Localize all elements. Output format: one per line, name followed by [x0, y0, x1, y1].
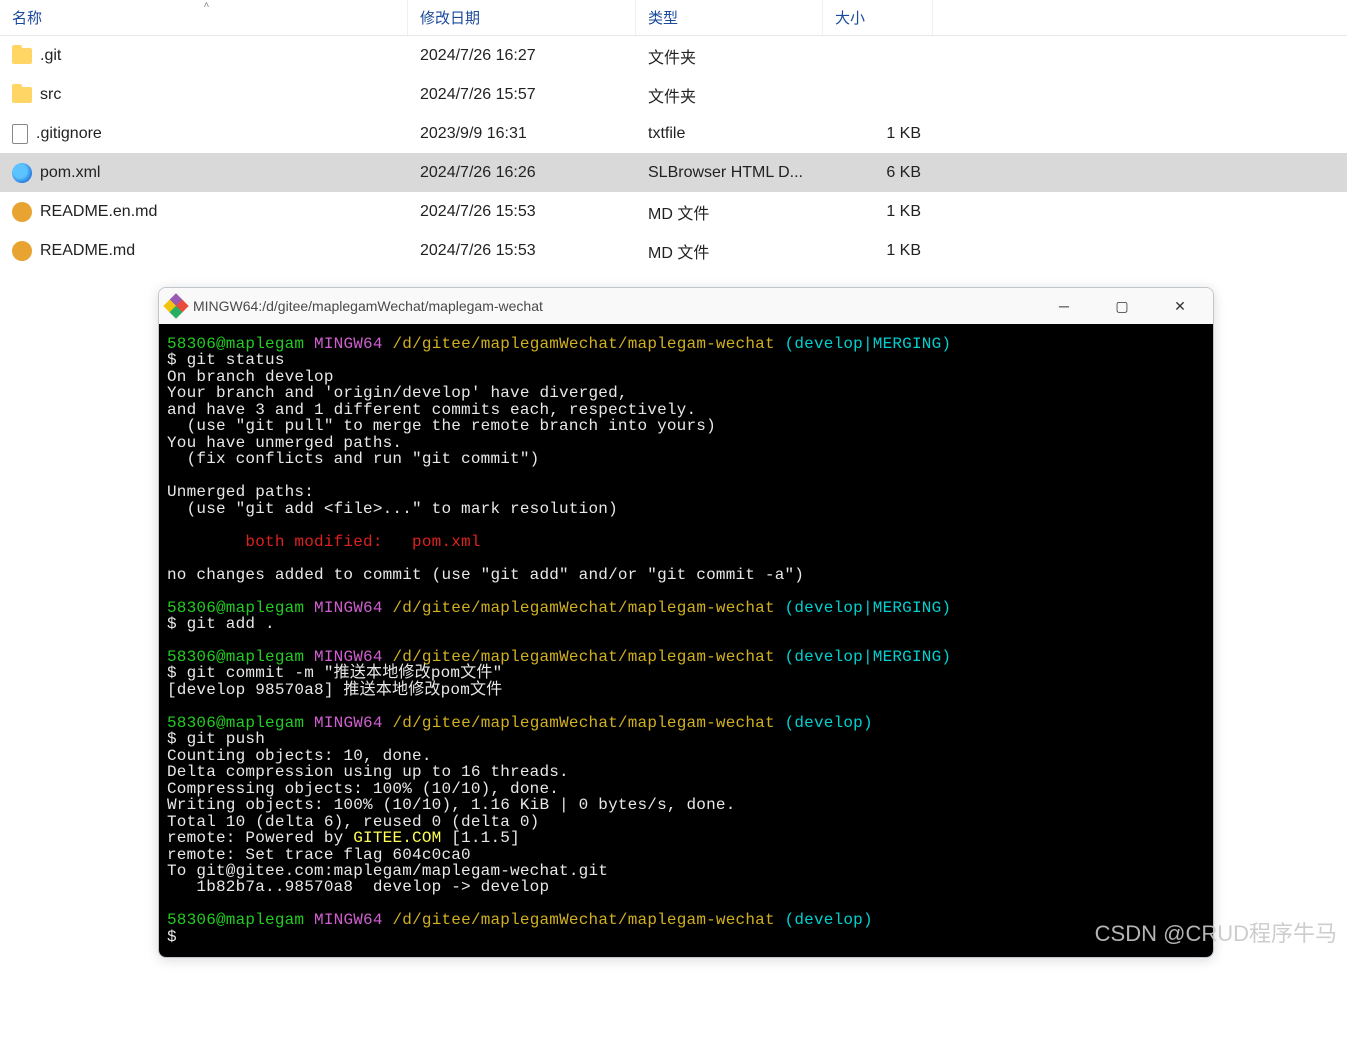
file-date: 2024/7/26 16:27	[408, 47, 636, 65]
browser-icon	[12, 163, 32, 183]
app-icon	[167, 297, 185, 315]
file-type: MD 文件	[636, 239, 823, 263]
header-date[interactable]: 修改日期	[408, 0, 636, 35]
folder-icon	[12, 48, 32, 64]
file-header[interactable]: 名称 ˄ 修改日期 类型 大小	[0, 0, 1347, 36]
file-date: 2024/7/26 16:26	[408, 164, 636, 182]
file-date: 2024/7/26 15:57	[408, 86, 636, 104]
watermark: CSDN @CRUD程序牛马	[1095, 916, 1337, 948]
header-size[interactable]: 大小	[823, 0, 933, 35]
file-name: .gitignore	[36, 125, 102, 143]
file-name: README.en.md	[40, 203, 157, 221]
folder-icon	[12, 87, 32, 103]
file-size: 6 KB	[823, 164, 933, 182]
file-date: 2023/9/9 16:31	[408, 125, 636, 143]
file-size: 1 KB	[823, 242, 933, 260]
maximize-button[interactable]: ▢	[1105, 292, 1139, 320]
file-row[interactable]: src 2024/7/26 15:57文件夹	[0, 75, 1347, 114]
file-type: 文件夹	[636, 44, 823, 68]
file-row[interactable]: README.en.md 2024/7/26 15:53MD 文件1 KB	[0, 192, 1347, 231]
close-button[interactable]: ✕	[1163, 292, 1197, 320]
sort-asc-icon: ˄	[204, 0, 210, 11]
file-date: 2024/7/26 15:53	[408, 242, 636, 260]
file-name: .git	[40, 47, 61, 65]
file-row[interactable]: .git 2024/7/26 16:27文件夹	[0, 36, 1347, 75]
file-type: SLBrowser HTML D...	[636, 164, 823, 182]
file-type: MD 文件	[636, 200, 823, 224]
markdown-icon	[12, 202, 32, 222]
file-row[interactable]: .gitignore 2023/9/9 16:31txtfile1 KB	[0, 114, 1347, 153]
markdown-icon	[12, 241, 32, 261]
terminal-body[interactable]: 58306@maplegam MINGW64 /d/gitee/maplegam…	[159, 324, 1213, 957]
file-icon	[12, 124, 28, 144]
minimize-button[interactable]: ─	[1047, 292, 1081, 320]
file-explorer: 名称 ˄ 修改日期 类型 大小 .git2024/7/26 16:27文件夹sr…	[0, 0, 1347, 270]
header-name[interactable]: 名称 ˄	[0, 0, 408, 35]
file-size: 1 KB	[823, 125, 933, 143]
window-controls: ─ ▢ ✕	[1047, 292, 1205, 320]
file-name: pom.xml	[40, 164, 100, 182]
file-date: 2024/7/26 15:53	[408, 203, 636, 221]
file-row[interactable]: pom.xml 2024/7/26 16:26SLBrowser HTML D..…	[0, 153, 1347, 192]
file-name: README.md	[40, 242, 135, 260]
header-type[interactable]: 类型	[636, 0, 823, 35]
titlebar[interactable]: MINGW64:/d/gitee/maplegamWechat/maplegam…	[159, 288, 1213, 324]
window-title: MINGW64:/d/gitee/maplegamWechat/maplegam…	[193, 298, 1047, 314]
file-type: txtfile	[636, 125, 823, 143]
col-name-label: 名称	[12, 7, 42, 28]
file-size: 1 KB	[823, 203, 933, 221]
file-type: 文件夹	[636, 83, 823, 107]
file-name: src	[40, 86, 61, 104]
terminal-window: MINGW64:/d/gitee/maplegamWechat/maplegam…	[158, 287, 1214, 958]
file-row[interactable]: README.md 2024/7/26 15:53MD 文件1 KB	[0, 231, 1347, 270]
